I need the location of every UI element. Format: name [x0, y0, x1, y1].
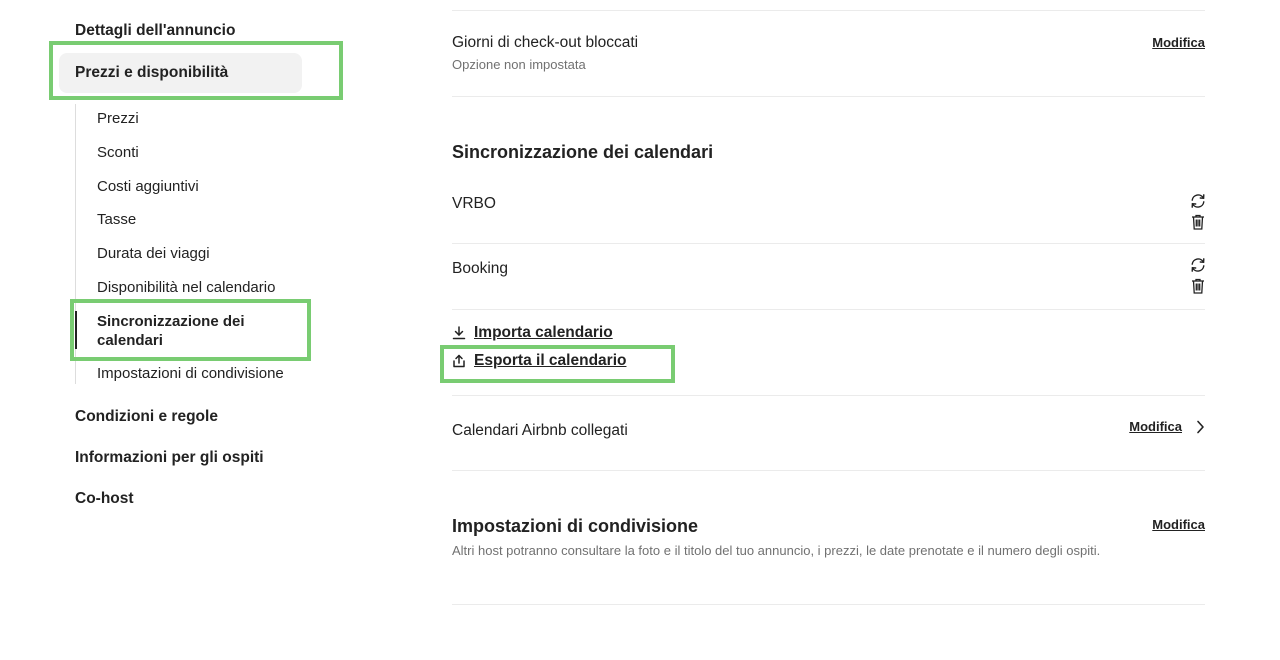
- sync-section-heading: Sincronizzazione dei calendari: [452, 142, 714, 162]
- checkout-edit-link[interactable]: Modifica: [1152, 35, 1205, 50]
- sidebar-item-listing-details[interactable]: Dettagli dell'annuncio: [75, 22, 235, 40]
- divider: [452, 10, 1205, 11]
- sharing-edit-link[interactable]: Modifica: [1152, 517, 1205, 532]
- trash-icon[interactable]: [1189, 277, 1207, 295]
- sidebar-item-pricing-availability[interactable]: Prezzi e disponibilità: [59, 53, 302, 93]
- checkout-title: Giorni di check-out bloccati: [452, 34, 639, 51]
- import-calendar-label: Importa calendario: [474, 324, 613, 341]
- chevron-right-icon[interactable]: [1195, 420, 1205, 434]
- divider: [452, 243, 1205, 244]
- sidebar-item-informazioni-ospiti[interactable]: Informazioni per gli ospiti: [75, 449, 264, 467]
- active-indicator: [75, 311, 77, 349]
- trash-icon[interactable]: [1189, 213, 1207, 231]
- subnav-item-durata-viaggi[interactable]: Durata dei viaggi: [97, 244, 210, 263]
- main-content: Giorni di check-out bloccati Opzione non…: [452, 0, 1205, 660]
- sidebar-subnav: Prezzi Sconti Costi aggiuntivi Tasse Dur…: [75, 104, 336, 384]
- subnav-item-sincronizzazione-calendari[interactable]: Sincronizzazione dei calendari: [97, 312, 277, 350]
- sidebar-item-co-host[interactable]: Co-host: [75, 490, 134, 508]
- sidebar-item-condizioni-regole[interactable]: Condizioni e regole: [75, 408, 218, 426]
- calendar-name-vrbo: VRBO: [452, 195, 496, 212]
- divider: [452, 604, 1205, 605]
- linked-calendars-title: Calendari Airbnb collegati: [452, 422, 628, 439]
- subnav-item-costi-aggiuntivi[interactable]: Costi aggiuntivi: [97, 177, 199, 196]
- subnav-item-impostazioni-condivisione[interactable]: Impostazioni di condivisione: [97, 364, 284, 383]
- sharing-section-heading: Impostazioni di condivisione: [452, 516, 699, 536]
- subnav-item-sconti[interactable]: Sconti: [97, 143, 139, 162]
- sharing-description: Altri host potranno consultare la foto e…: [452, 543, 1101, 558]
- linked-calendars-edit-link[interactable]: Modifica: [1129, 419, 1182, 434]
- download-icon: [452, 326, 466, 340]
- calendar-name-booking: Booking: [452, 260, 509, 277]
- checkout-subtitle: Opzione non impostata: [452, 57, 586, 72]
- import-calendar-link[interactable]: Importa calendario: [452, 324, 613, 342]
- divider: [452, 470, 1205, 471]
- export-calendar-link[interactable]: Esporta il calendario: [452, 352, 626, 370]
- divider: [452, 309, 1205, 310]
- subnav-item-prezzi[interactable]: Prezzi: [97, 109, 139, 128]
- divider: [452, 96, 1205, 97]
- export-calendar-label: Esporta il calendario: [474, 352, 627, 369]
- sidebar: Dettagli dell'annuncio Prezzi e disponib…: [0, 0, 360, 660]
- subnav-item-tasse[interactable]: Tasse: [97, 210, 136, 229]
- upload-icon: [453, 354, 465, 368]
- subnav-item-disponibilita-calendario[interactable]: Disponibilità nel calendario: [97, 278, 275, 297]
- sidebar-item-label: Prezzi e disponibilità: [75, 64, 229, 81]
- sync-icon[interactable]: [1189, 256, 1207, 274]
- sync-icon[interactable]: [1189, 192, 1207, 210]
- divider: [452, 395, 1205, 396]
- page: Dettagli dell'annuncio Prezzi e disponib…: [0, 0, 1280, 660]
